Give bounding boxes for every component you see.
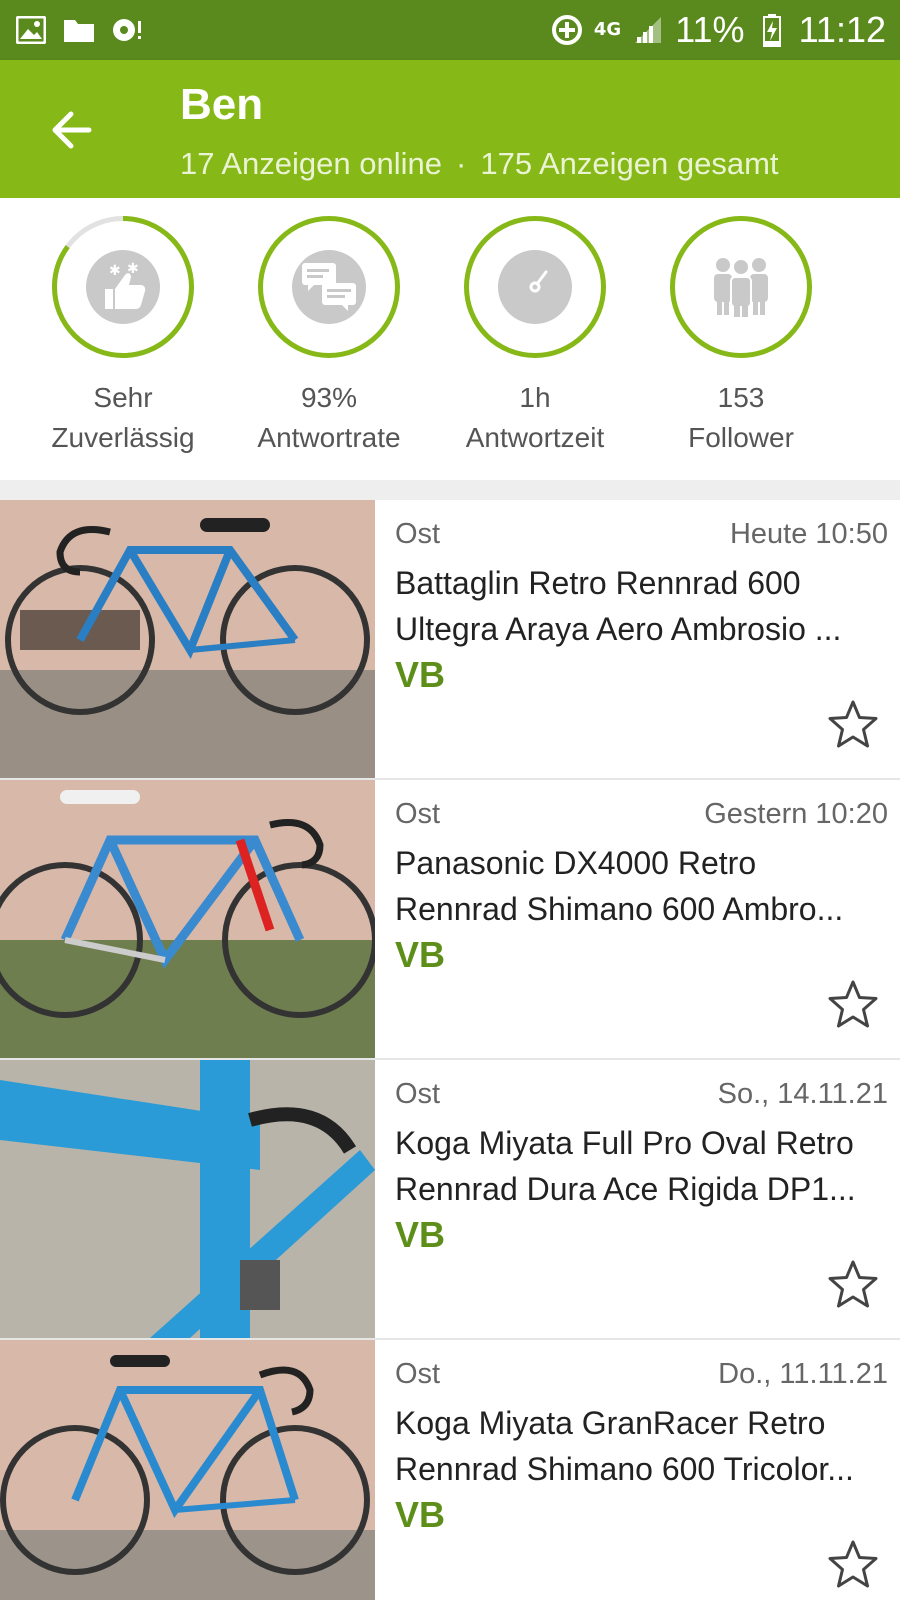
stat-value: 1h xyxy=(519,382,551,413)
listing-item[interactable]: Ost So., 14.11.21 Koga Miyata Full Pro O… xyxy=(0,1060,900,1340)
listing-price: VB xyxy=(395,934,446,975)
ads-online-count: 17 Anzeigen online xyxy=(180,146,443,181)
listing-title: Battaglin Retro Rennrad 600 Ultegra Aray… xyxy=(395,560,885,652)
listing-location: Ost xyxy=(395,518,441,550)
stat-label: Antwortzeit xyxy=(465,422,605,453)
listing-price: VB xyxy=(395,654,446,695)
listing-title-line2: Rennrad Shimano 600 Tricolor... xyxy=(395,1451,854,1487)
listing-list: Ost Heute 10:50 Battaglin Retro Rennrad … xyxy=(0,500,900,1600)
signal-icon xyxy=(631,13,665,47)
stat-value: Sehr xyxy=(93,382,153,413)
data-saver-icon xyxy=(550,13,584,47)
chat-bubbles-icon xyxy=(292,250,366,324)
listing-item[interactable]: Ost Heute 10:50 Battaglin Retro Rennrad … xyxy=(0,500,900,780)
listing-title-line1: Panasonic DX4000 Retro xyxy=(395,845,757,881)
listing-title: Koga Miyata GranRacer Retro Rennrad Shim… xyxy=(395,1400,885,1492)
listing-title-line2: Rennrad Shimano 600 Ambro... xyxy=(395,891,844,927)
listing-title-line1: Koga Miyata GranRacer Retro xyxy=(395,1405,826,1441)
listing-date: Heute 10:50 xyxy=(729,518,888,550)
listing-title-line2: Rennrad Dura Ace Rigida DP1... xyxy=(395,1171,856,1207)
image-icon xyxy=(14,13,48,47)
listing-title-line1: Koga Miyata Full Pro Oval Retro xyxy=(395,1125,854,1161)
stat-label: Zuverlässig xyxy=(51,422,195,453)
listing-title-line2: Ultegra Araya Aero Ambrosio ... xyxy=(395,611,842,647)
star-icon[interactable] xyxy=(826,1258,880,1312)
listing-date: Do., 11.11.21 xyxy=(718,1358,888,1390)
section-divider xyxy=(0,480,900,500)
stat-followers[interactable]: 153 Follower xyxy=(636,216,846,454)
stat-label: Follower xyxy=(688,422,794,453)
stat-value: 93% xyxy=(300,382,358,413)
people-group-icon xyxy=(704,250,778,324)
stat-label: Antwortrate xyxy=(257,422,401,453)
ads-summary: 17 Anzeigen online · 175 Anzeigen gesamt xyxy=(180,146,779,182)
stat-reliability[interactable]: ✱ ✱ Sehr Zuverlässig xyxy=(18,216,228,454)
listing-price: VB xyxy=(395,1214,446,1255)
listing-photo-bike xyxy=(0,1340,375,1600)
seller-stats: ✱ ✱ Sehr Zuverlässig 93% Antwortrate 1h A… xyxy=(0,198,900,480)
stat-response-rate[interactable]: 93% Antwortrate xyxy=(224,216,434,454)
listing-title: Koga Miyata Full Pro Oval Retro Rennrad … xyxy=(395,1120,885,1212)
battery-percent: 11% xyxy=(675,9,745,50)
response-rate-ring xyxy=(258,216,400,358)
star-icon[interactable] xyxy=(826,978,880,1032)
listing-item[interactable]: Ost Do., 11.11.21 Koga Miyata GranRacer … xyxy=(0,1340,900,1600)
page-title: Ben xyxy=(180,80,264,129)
arrow-left-icon xyxy=(52,111,92,149)
folder-icon xyxy=(62,13,96,47)
notification-icon xyxy=(110,13,144,47)
app-toolbar: Ben 17 Anzeigen online · 175 Anzeigen gesa… xyxy=(0,60,900,198)
status-bar: 4G 11% 11:12 xyxy=(0,0,900,60)
listing-item[interactable]: Ost Gestern 10:20 Panasonic DX4000 Retro… xyxy=(0,780,900,1060)
battery-charging-icon xyxy=(755,13,789,47)
listing-location: Ost xyxy=(395,1078,441,1110)
listing-photo-bike-closeup xyxy=(0,1060,375,1338)
listing-date: So., 14.11.21 xyxy=(717,1078,888,1110)
reliability-ring: ✱ ✱ xyxy=(52,216,194,358)
listing-photo-bike xyxy=(0,780,375,1058)
followers-ring xyxy=(670,216,812,358)
listing-title: Panasonic DX4000 Retro Rennrad Shimano 6… xyxy=(395,840,885,932)
star-icon[interactable] xyxy=(826,1538,880,1592)
listing-location: Ost xyxy=(395,798,441,830)
stat-response-time[interactable]: 1h Antwortzeit xyxy=(430,216,640,454)
listing-location: Ost xyxy=(395,1358,441,1390)
network-type: 4G xyxy=(593,19,622,40)
response-time-ring xyxy=(464,216,606,358)
listing-date: Gestern 10:20 xyxy=(704,798,888,830)
listing-title-line1: Battaglin Retro Rennrad 600 xyxy=(395,565,801,601)
clock-gauge-icon xyxy=(498,250,572,324)
clock: 11:12 xyxy=(798,9,886,50)
ads-total-count: 175 Anzeigen gesamt xyxy=(480,146,779,181)
separator-dot: · xyxy=(456,146,467,181)
listing-photo-bike xyxy=(0,500,375,778)
listing-price: VB xyxy=(395,1494,446,1535)
back-button[interactable] xyxy=(38,102,104,158)
star-icon[interactable] xyxy=(826,698,880,752)
stat-value: 153 xyxy=(717,382,765,413)
